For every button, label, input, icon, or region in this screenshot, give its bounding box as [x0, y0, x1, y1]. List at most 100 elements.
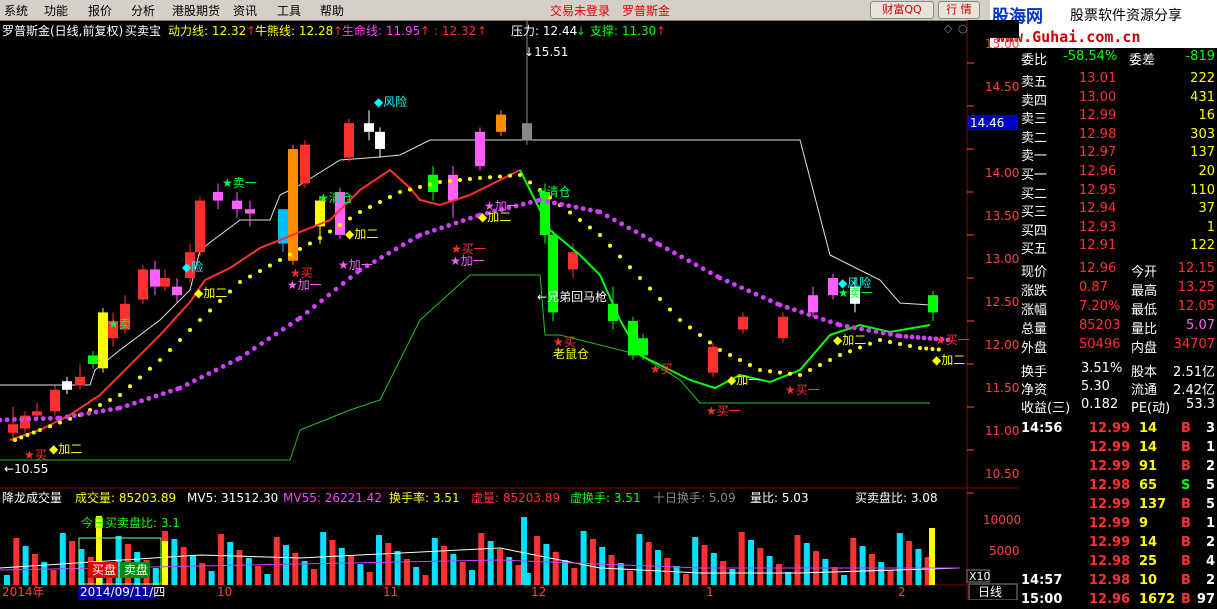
bid-row[interactable]: 买四 12.93 1: [1019, 219, 1217, 239]
menu-tools[interactable]: 工具: [277, 2, 301, 19]
purple-dot: [657, 242, 663, 248]
stats-row[interactable]: 涨幅 7.20% 最低 12.05: [1019, 298, 1217, 318]
menu-function[interactable]: 功能: [44, 2, 68, 19]
buy-one-signal: ★买一: [706, 404, 741, 418]
yellow-dot: [508, 173, 512, 178]
ask-row[interactable]: 卖二 12.98 303: [1019, 126, 1217, 146]
volume-bar: [413, 567, 420, 585]
menu-system[interactable]: 系统: [4, 2, 28, 19]
volume-bar: [868, 554, 875, 585]
yellow-dot: [678, 318, 682, 322]
yellow-dot: [248, 274, 252, 279]
purple-dot: [100, 408, 106, 414]
login-status[interactable]: 交易未登录: [550, 2, 610, 19]
candle-body: [32, 411, 42, 416]
menu-quote[interactable]: 报价: [88, 2, 112, 19]
tick-row[interactable]: 12.99 14 B 1: [1019, 439, 1217, 457]
menu-help[interactable]: 帮助: [320, 2, 344, 19]
volume-bar: [636, 534, 643, 585]
purple-dot: [206, 371, 212, 376]
candle-body: [448, 174, 458, 201]
period-tab-daily[interactable]: 日线: [978, 585, 1002, 599]
ask-row[interactable]: 卖三 12.99 16: [1019, 107, 1217, 127]
volume-bar: [775, 564, 782, 585]
fund-row[interactable]: 净资 5.30 流通 2.42亿: [1019, 378, 1217, 398]
fund-row[interactable]: 收益(三) 0.182 PE(动) 53.3: [1019, 396, 1217, 416]
candle-body: [232, 200, 242, 210]
bid-row[interactable]: 买一 12.96 20: [1019, 163, 1217, 183]
candlestick-layer: [8, 20, 938, 442]
purple-dot: [612, 217, 617, 223]
purple-dot: [228, 360, 233, 366]
price-tick: 13.00: [985, 252, 1020, 266]
volume-bar: [906, 541, 913, 585]
tick-row[interactable]: 12.99 137 B 5: [1019, 496, 1217, 514]
volume-bar: [701, 545, 708, 585]
purple-dot: [640, 233, 646, 239]
stats-row[interactable]: 现价 12.96 今开 12.15: [1019, 260, 1217, 280]
yellow-dot: [528, 180, 532, 185]
ask-row[interactable]: 卖五 13.01 222: [1019, 70, 1217, 90]
purple-dot: [244, 350, 250, 356]
stats-row[interactable]: 涨跌 0.87 最高 13.25: [1019, 279, 1217, 299]
volume-bar: [348, 556, 355, 585]
purple-dot: [393, 246, 399, 252]
purple-dot: [724, 278, 730, 284]
volume-bar: [627, 571, 634, 585]
volume-bar: [22, 546, 29, 585]
clear-signal: ★清仓: [318, 191, 353, 205]
quote-button[interactable]: 行 情: [938, 1, 980, 19]
purple-dot: [460, 218, 466, 224]
purple-dot: [888, 331, 893, 337]
diamond-icon[interactable]: ◇: [944, 22, 953, 35]
tick-row[interactable]: 12.98 65 S 5: [1019, 477, 1217, 495]
yellow-dot: [898, 342, 902, 346]
bid-row[interactable]: 买三 12.94 37: [1019, 200, 1217, 220]
purple-dot: [792, 307, 797, 313]
volume-bar: [227, 542, 234, 585]
candle-body: [344, 123, 354, 158]
chart-canvas[interactable]: ◇ ○: [0, 20, 1019, 600]
tick-row[interactable]: 15:00 12.96 1672 B 97: [1019, 591, 1217, 609]
menu-news[interactable]: 资讯: [233, 2, 257, 19]
turnover-value: 换手率: 3.51: [389, 491, 460, 505]
tick-row[interactable]: 12.99 9 B 1: [1019, 515, 1217, 533]
purple-dot: [806, 312, 812, 317]
volume-bar: [785, 572, 792, 585]
bid-row[interactable]: 买二 12.95 110: [1019, 182, 1217, 202]
volume-bar: [766, 556, 773, 585]
sell-one-signal: ★卖一: [222, 176, 257, 190]
ask-row[interactable]: 卖一 12.97 137: [1019, 144, 1217, 164]
fund-row[interactable]: 换手 3.51% 股本 2.51亿: [1019, 360, 1217, 380]
tick-row[interactable]: 12.99 91 B 2: [1019, 458, 1217, 476]
fortune-qq-button[interactable]: 财富QQ: [870, 1, 934, 19]
volume-bar: [320, 532, 327, 585]
tick-row[interactable]: 12.99 14 B 2: [1019, 534, 1217, 552]
purple-dot: [0, 417, 3, 423]
volume-bar: [422, 575, 429, 585]
stats-row[interactable]: 总量 85203 量比 5.07: [1019, 317, 1217, 337]
stats-row[interactable]: 外盘 50496 内盘 34707: [1019, 336, 1217, 356]
purple-dot: [26, 416, 32, 422]
volume-bar: [794, 535, 801, 585]
purple-dot: [160, 391, 166, 396]
purple-dot: [192, 378, 197, 384]
purple-dot: [273, 331, 279, 337]
close-icon[interactable]: ○: [958, 22, 968, 35]
menu-analysis[interactable]: 分析: [131, 2, 155, 19]
buy-pan-label: 买盘: [92, 563, 117, 577]
tick-row[interactable]: 14:57 12.98 10 B 2: [1019, 572, 1217, 590]
bid-row[interactable]: 买五 12.91 122: [1019, 237, 1217, 257]
yellow-dot: [868, 341, 872, 346]
sell-pan-label: 卖盘: [124, 563, 149, 577]
volume-bar: [929, 528, 935, 585]
purple-dot: [220, 364, 226, 369]
tick-row[interactable]: 14:56 12.99 14 B 3: [1019, 420, 1217, 438]
menu-hk-futures[interactable]: 港股期货: [172, 2, 220, 19]
ask-row[interactable]: 卖四 13.00 431: [1019, 89, 1217, 109]
candle-body: [172, 286, 182, 296]
tick-row[interactable]: 12.98 25 B 4: [1019, 553, 1217, 571]
site-logo-banner: 股海网 股票软件资源分享 www.Guhai.com.cn: [990, 0, 1217, 48]
volume-bar: [366, 572, 373, 585]
yellow-dot: [888, 340, 892, 344]
